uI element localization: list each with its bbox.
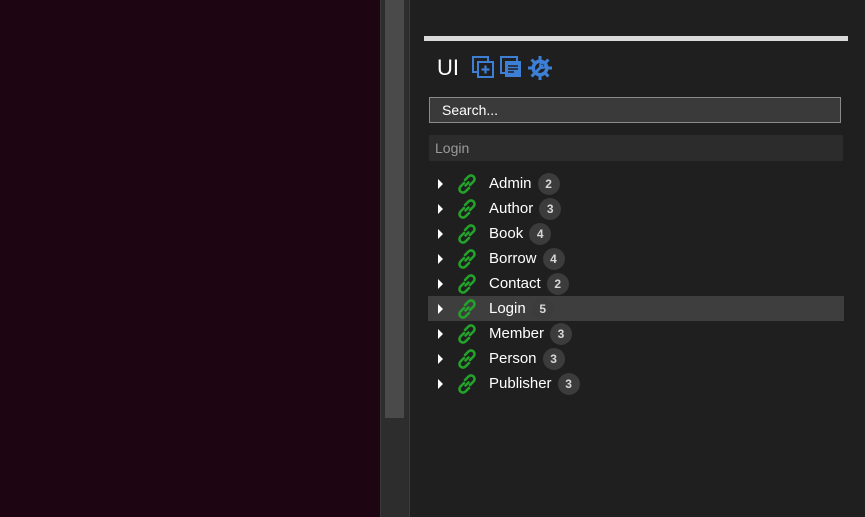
count-badge: 3: [557, 372, 580, 395]
count-badge: 2: [537, 172, 560, 195]
link-icon: [458, 173, 476, 194]
tree-item-label: Admin: [489, 175, 532, 192]
count-badge: 4: [529, 222, 552, 245]
tree-item-label: Book: [489, 225, 524, 242]
tree-item-label: Person: [489, 350, 537, 367]
tree-item-label: Member: [489, 325, 545, 342]
tree-item-label: Login: [489, 300, 526, 317]
tree-item-label: Borrow: [489, 250, 537, 267]
link-icon: [458, 248, 476, 269]
link-icon: [458, 273, 476, 294]
link-icon: [458, 198, 476, 219]
expand-arrow-icon[interactable]: [438, 353, 443, 364]
tree-item[interactable]: Admin 2: [428, 171, 844, 196]
count-badge: 3: [550, 322, 573, 345]
tree-item-label: Publisher: [489, 375, 552, 392]
panel-top-rule: [424, 36, 848, 41]
expand-arrow-icon[interactable]: [438, 253, 443, 264]
tree-item-label: Author: [489, 200, 534, 217]
link-icon: [458, 223, 476, 244]
link-icon: [458, 298, 476, 319]
expand-arrow-icon[interactable]: [438, 228, 443, 239]
tree-item[interactable]: Contact 2: [428, 271, 844, 296]
tree-item[interactable]: Person 3: [428, 346, 844, 371]
link-icon: [458, 373, 476, 394]
expand-arrow-icon[interactable]: [438, 278, 443, 289]
tree-item-label: Contact: [489, 275, 541, 292]
panel-title: UI: [437, 55, 459, 80]
expand-arrow-icon[interactable]: [438, 378, 443, 389]
expand-arrow-icon[interactable]: [438, 328, 443, 339]
section-header: Login: [429, 135, 843, 161]
search-input[interactable]: [429, 97, 841, 123]
gear-wrench-icon[interactable]: [527, 55, 553, 81]
link-icon: [458, 348, 476, 369]
count-badge: 3: [539, 197, 562, 220]
tree-item[interactable]: Borrow 4: [428, 246, 844, 271]
add-window-icon[interactable]: [471, 55, 497, 81]
tree-list: Admin 2 Author 3 Book 4 Borrow 4 Contact 2 Login 5 M…: [428, 171, 844, 396]
tree-item[interactable]: Author 3: [428, 196, 844, 221]
expand-arrow-icon[interactable]: [438, 203, 443, 214]
link-icon: [458, 323, 476, 344]
expand-arrow-icon[interactable]: [438, 178, 443, 189]
expand-arrow-icon[interactable]: [438, 303, 443, 314]
count-badge: 5: [531, 297, 554, 320]
viewport-canvas[interactable]: [0, 0, 380, 517]
count-badge: 2: [546, 272, 569, 295]
tree-item[interactable]: Login 5: [428, 296, 844, 321]
tree-item[interactable]: Publisher 3: [428, 371, 844, 396]
count-badge: 4: [542, 247, 565, 270]
panel-header: UI: [437, 52, 555, 84]
tree-item[interactable]: Book 4: [428, 221, 844, 246]
tree-item[interactable]: Member 3: [428, 321, 844, 346]
vertical-scrollbar-thumb[interactable]: [385, 0, 404, 418]
windows-icon[interactable]: [499, 55, 525, 81]
count-badge: 3: [542, 347, 565, 370]
